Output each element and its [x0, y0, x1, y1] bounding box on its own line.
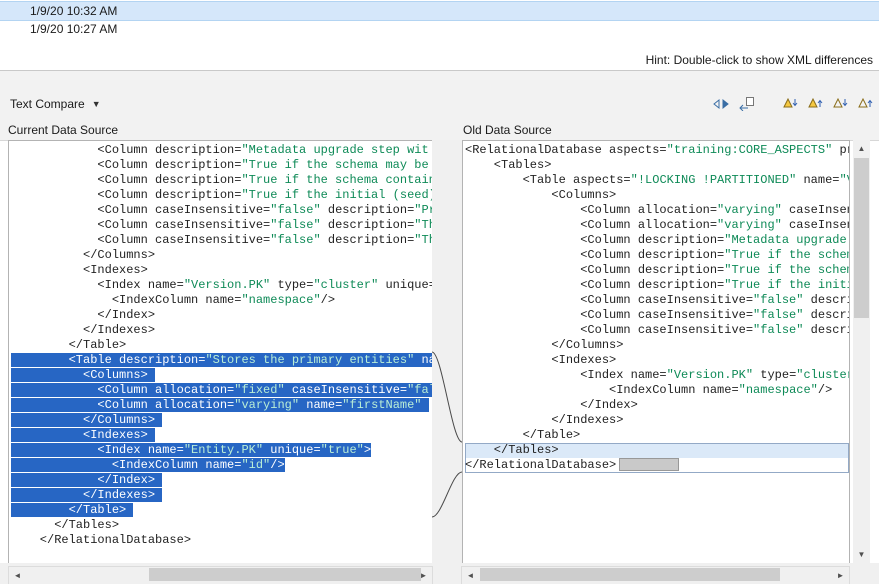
code-line[interactable]: </RelationalDatabase> — [465, 458, 849, 473]
history-timestamp: 1/9/20 10:27 AM — [30, 22, 117, 36]
history-row-selected[interactable]: 1/9/20 10:32 AM — [0, 1, 879, 21]
code-line[interactable]: <Index name="Version.PK" type="cluster" … — [465, 368, 849, 383]
code-line[interactable]: <Column description="Metadata upgrade st… — [465, 233, 849, 248]
code-line[interactable]: </Tables> — [465, 443, 849, 458]
code-line[interactable]: <Column caseInsensitive="false" descript… — [465, 293, 849, 308]
hint-bar: Hint: Double-click to show XML differenc… — [0, 50, 879, 71]
code-line[interactable]: <Column caseInsensitive="false" descript… — [11, 218, 432, 233]
code-line[interactable]: <Column description="True if the schema … — [465, 248, 849, 263]
scroll-down-arrow-icon[interactable]: ▼ — [853, 546, 870, 563]
insertion-range-marker — [619, 458, 679, 471]
right-pane-title: Old Data Source — [463, 123, 552, 137]
next-change-icon[interactable] — [830, 95, 850, 112]
compare-mode-label: Text Compare — [10, 97, 85, 111]
code-line[interactable]: <Column caseInsensitive="false" descript… — [465, 308, 849, 323]
scroll-right-arrow-icon[interactable]: ► — [415, 567, 432, 584]
code-line[interactable]: <Column allocation="varying" caseInsensi… — [465, 203, 849, 218]
code-line[interactable]: </Index> — [11, 308, 432, 323]
code-line[interactable]: </Columns> — [11, 413, 432, 428]
vertical-scrollbar[interactable]: ▲ ▼ — [853, 140, 870, 563]
left-horizontal-scrollbar-thumb[interactable] — [149, 568, 421, 581]
right-horizontal-scrollbar-thumb[interactable] — [480, 568, 780, 581]
scrollbar-corner — [853, 566, 870, 583]
code-line[interactable]: </Table> — [11, 338, 432, 353]
compare-tools — [711, 95, 875, 112]
scroll-right-arrow-icon[interactable]: ► — [832, 567, 849, 584]
compare-editor-window: 1/9/20 10:32 AM 1/9/20 10:27 AM Hint: Do… — [0, 0, 879, 584]
code-line[interactable]: <Table description="Stores the primary e… — [11, 353, 432, 368]
swap-panes-icon[interactable] — [711, 95, 731, 112]
code-line[interactable]: </Table> — [11, 503, 432, 518]
chevron-down-icon: ▼ — [92, 99, 101, 109]
code-line[interactable]: <Column allocation="fixed" caseInsensiti… — [11, 383, 432, 398]
left-pane-title: Current Data Source — [8, 123, 118, 137]
code-line[interactable]: <Column allocation="varying" caseInsensi… — [465, 218, 849, 233]
code-line[interactable]: <Column description="True if the schema … — [465, 263, 849, 278]
compare-mode-dropdown[interactable]: Text Compare ▼ — [10, 97, 101, 111]
code-line[interactable]: <Column caseInsensitive="false" descript… — [11, 203, 432, 218]
diff-connector-lines — [432, 140, 462, 563]
left-horizontal-scrollbar[interactable]: ◄ ► — [8, 566, 433, 584]
right-horizontal-scrollbar[interactable]: ◄ ► — [461, 566, 850, 584]
code-line[interactable]: <Index name="Version.PK" type="cluster" … — [11, 278, 432, 293]
scroll-up-arrow-icon[interactable]: ▲ — [853, 140, 870, 157]
code-line[interactable]: <IndexColumn name="id"/> — [11, 458, 432, 473]
current-source-editor[interactable]: <Column description="Metadata upgrade st… — [8, 140, 433, 565]
old-source-editor[interactable]: <RelationalDatabase aspects="training:CO… — [462, 140, 850, 565]
code-line[interactable]: <IndexColumn name="namespace"/> — [11, 293, 432, 308]
code-line[interactable]: </Columns> — [465, 338, 849, 353]
code-line[interactable]: </RelationalDatabase> — [11, 533, 432, 548]
code-line[interactable]: <Indexes> — [11, 263, 432, 278]
code-line[interactable]: <Column description="True if the schema … — [11, 173, 432, 188]
code-line[interactable]: <Column description="True if the initial… — [465, 278, 849, 293]
scroll-left-arrow-icon[interactable]: ◄ — [9, 567, 26, 584]
code-line[interactable]: </Index> — [11, 473, 432, 488]
code-line[interactable]: </Index> — [465, 398, 849, 413]
diff-connector-gutter — [432, 140, 462, 563]
code-line[interactable]: <RelationalDatabase aspects="training:CO… — [465, 143, 849, 158]
previous-change-icon[interactable] — [855, 95, 875, 112]
compare-toolbar: Text Compare ▼ Current Data So — [0, 71, 879, 141]
vertical-scrollbar-thumb[interactable] — [854, 158, 869, 318]
code-line[interactable]: <Index name="Entity.PK" unique="true"> — [11, 443, 432, 458]
code-line[interactable]: <Column description="True if the initial… — [11, 188, 432, 203]
code-line[interactable]: </Indexes> — [11, 323, 432, 338]
code-line[interactable]: <Columns> — [465, 188, 849, 203]
code-line[interactable]: <Columns> — [11, 368, 432, 383]
code-line[interactable]: <IndexColumn name="namespace"/> — [465, 383, 849, 398]
code-line[interactable]: </Indexes> — [11, 488, 432, 503]
code-line[interactable]: </Tables> — [11, 518, 432, 533]
code-line[interactable]: <Tables> — [465, 158, 849, 173]
copy-current-change-right-to-left-icon[interactable] — [736, 95, 756, 112]
code-line[interactable]: <Column description="Metadata upgrade st… — [11, 143, 432, 158]
history-timestamp: 1/9/20 10:32 AM — [30, 4, 117, 18]
previous-difference-icon[interactable] — [805, 95, 825, 112]
code-line[interactable]: <Table aspects="!LOCKING !PARTITIONED" n… — [465, 173, 849, 188]
code-line[interactable]: <Column caseInsensitive="false" descript… — [465, 323, 849, 338]
code-line[interactable]: </Columns> — [11, 248, 432, 263]
code-line[interactable]: </Table> — [465, 428, 849, 443]
code-line[interactable]: <Column caseInsensitive="false" descript… — [11, 233, 432, 248]
code-line[interactable]: <Column description="True if the schema … — [11, 158, 432, 173]
code-line[interactable]: </Indexes> — [465, 413, 849, 428]
next-difference-icon[interactable] — [780, 95, 800, 112]
code-line[interactable]: <Indexes> — [11, 428, 432, 443]
code-line[interactable]: <Column allocation="varying" name="first… — [11, 398, 432, 413]
scroll-left-arrow-icon[interactable]: ◄ — [462, 567, 479, 584]
code-line[interactable]: <Indexes> — [465, 353, 849, 368]
hint-text: Hint: Double-click to show XML differenc… — [646, 53, 873, 67]
history-row[interactable]: 1/9/20 10:27 AM — [0, 20, 879, 38]
